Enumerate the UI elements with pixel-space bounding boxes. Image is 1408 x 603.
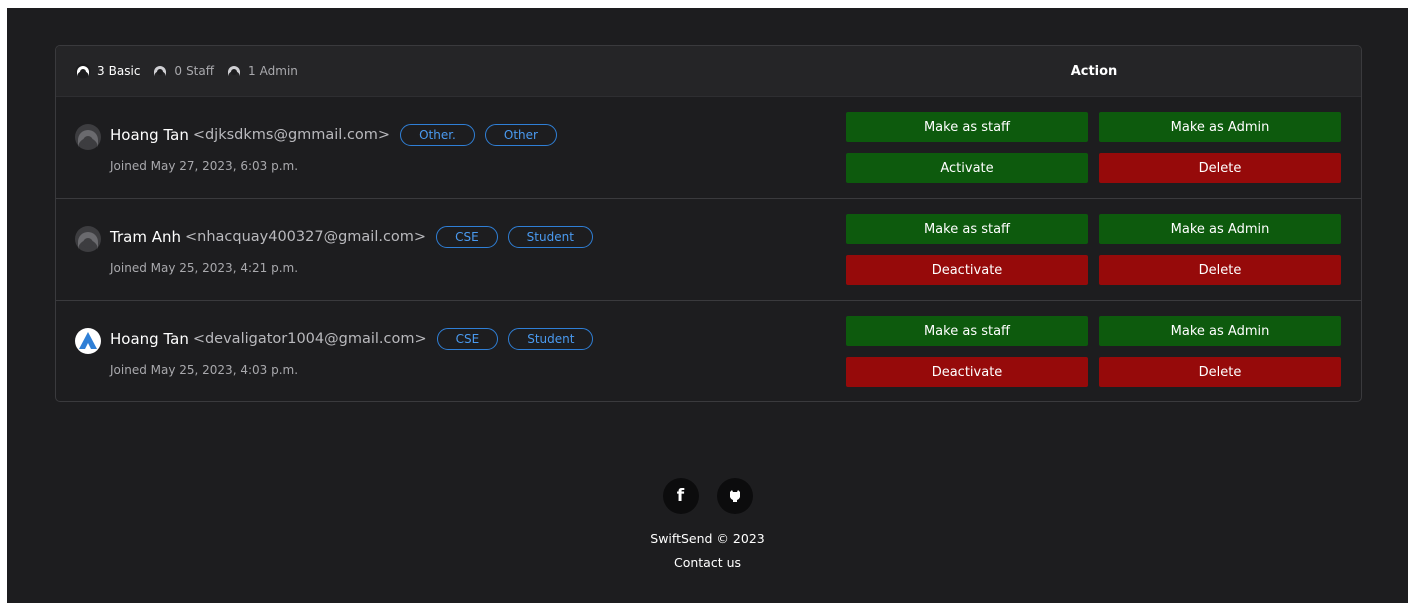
basic-count-value: 3 bbox=[97, 64, 105, 78]
role-counts: 3 Basic 0 Staff 1 Admin bbox=[56, 63, 310, 79]
user-tag: Student bbox=[507, 226, 593, 248]
user-info: Hoang Tan <devaligator1004@gmail.com> CS… bbox=[110, 328, 594, 350]
joined-date: Joined May 25, 2023, 4:21 p.m. bbox=[110, 261, 299, 275]
user-email: <nhacquay400327@gmail.com> bbox=[184, 229, 427, 245]
default-avatar-icon bbox=[75, 124, 101, 150]
blue-logo-avatar-icon bbox=[75, 328, 101, 354]
user-icon bbox=[228, 66, 241, 77]
basic-count: 3 Basic bbox=[75, 63, 140, 79]
github-glyph-icon bbox=[729, 490, 740, 502]
user-tag: Other. bbox=[400, 124, 475, 146]
joined-date: Joined May 25, 2023, 4:03 p.m. bbox=[110, 363, 299, 377]
user-name: Hoang Tan bbox=[110, 126, 189, 144]
user-tag: Other bbox=[484, 124, 557, 146]
contact-us-link[interactable]: Contact us bbox=[674, 555, 741, 570]
user-tag: CSE bbox=[436, 226, 498, 248]
action-column-header: Action bbox=[1070, 63, 1118, 79]
admin-count-value: 1 bbox=[248, 64, 256, 78]
user-email: <djksdkms@gmmail.com> bbox=[192, 127, 391, 143]
admin-count: 1 Admin bbox=[226, 63, 298, 79]
user-info: Hoang Tan <djksdkms@gmmail.com> Other. O… bbox=[110, 124, 557, 146]
user-table-panel: 3 Basic 0 Staff 1 Admin Action Hoang Tan… bbox=[55, 45, 1362, 402]
user-email: <devaligator1004@gmail.com> bbox=[192, 331, 427, 347]
social-links: f bbox=[7, 478, 1408, 514]
copyright-text: SwiftSend © 2023 bbox=[650, 531, 765, 546]
table-row: Tram Anh <nhacquay400327@gmail.com> CSE … bbox=[56, 199, 1361, 301]
make-staff-button[interactable]: Make as staff bbox=[846, 316, 1088, 346]
delete-button[interactable]: Delete bbox=[1099, 255, 1341, 285]
staff-count: 0 Staff bbox=[152, 63, 214, 79]
user-icon bbox=[154, 66, 167, 77]
page-viewport: 3 Basic 0 Staff 1 Admin Action Hoang Tan… bbox=[7, 8, 1408, 603]
make-staff-button[interactable]: Make as staff bbox=[846, 214, 1088, 244]
user-tag: CSE bbox=[436, 328, 499, 350]
make-admin-button[interactable]: Make as Admin bbox=[1099, 214, 1341, 244]
staff-count-value: 0 bbox=[174, 64, 183, 78]
deactivate-button[interactable]: Deactivate bbox=[846, 357, 1088, 387]
default-avatar-icon bbox=[75, 226, 101, 252]
user-icon bbox=[75, 63, 91, 79]
user-name: Hoang Tan bbox=[110, 330, 189, 348]
facebook-icon[interactable]: f bbox=[662, 478, 699, 514]
admin-count-label: Admin bbox=[259, 64, 298, 78]
table-row: Hoang Tan <djksdkms@gmmail.com> Other. O… bbox=[56, 97, 1361, 199]
delete-button[interactable]: Delete bbox=[1099, 153, 1341, 183]
deactivate-button[interactable]: Deactivate bbox=[846, 255, 1088, 285]
delete-button[interactable]: Delete bbox=[1099, 357, 1341, 387]
basic-count-label: Basic bbox=[108, 64, 141, 78]
user-name: Tram Anh bbox=[110, 228, 181, 246]
footer: f SwiftSend © 2023 Contact us bbox=[7, 478, 1408, 571]
table-header: 3 Basic 0 Staff 1 Admin Action bbox=[56, 46, 1361, 97]
make-staff-button[interactable]: Make as staff bbox=[846, 112, 1088, 142]
activate-button[interactable]: Activate bbox=[846, 153, 1088, 183]
table-row: Hoang Tan <devaligator1004@gmail.com> CS… bbox=[56, 301, 1361, 401]
staff-count-label: Staff bbox=[186, 64, 215, 78]
joined-date: Joined May 27, 2023, 6:03 p.m. bbox=[110, 159, 299, 173]
github-icon[interactable] bbox=[716, 478, 753, 514]
user-info: Tram Anh <nhacquay400327@gmail.com> CSE … bbox=[110, 226, 593, 248]
user-tag: Student bbox=[508, 328, 594, 350]
make-admin-button[interactable]: Make as Admin bbox=[1099, 316, 1341, 346]
make-admin-button[interactable]: Make as Admin bbox=[1099, 112, 1341, 142]
